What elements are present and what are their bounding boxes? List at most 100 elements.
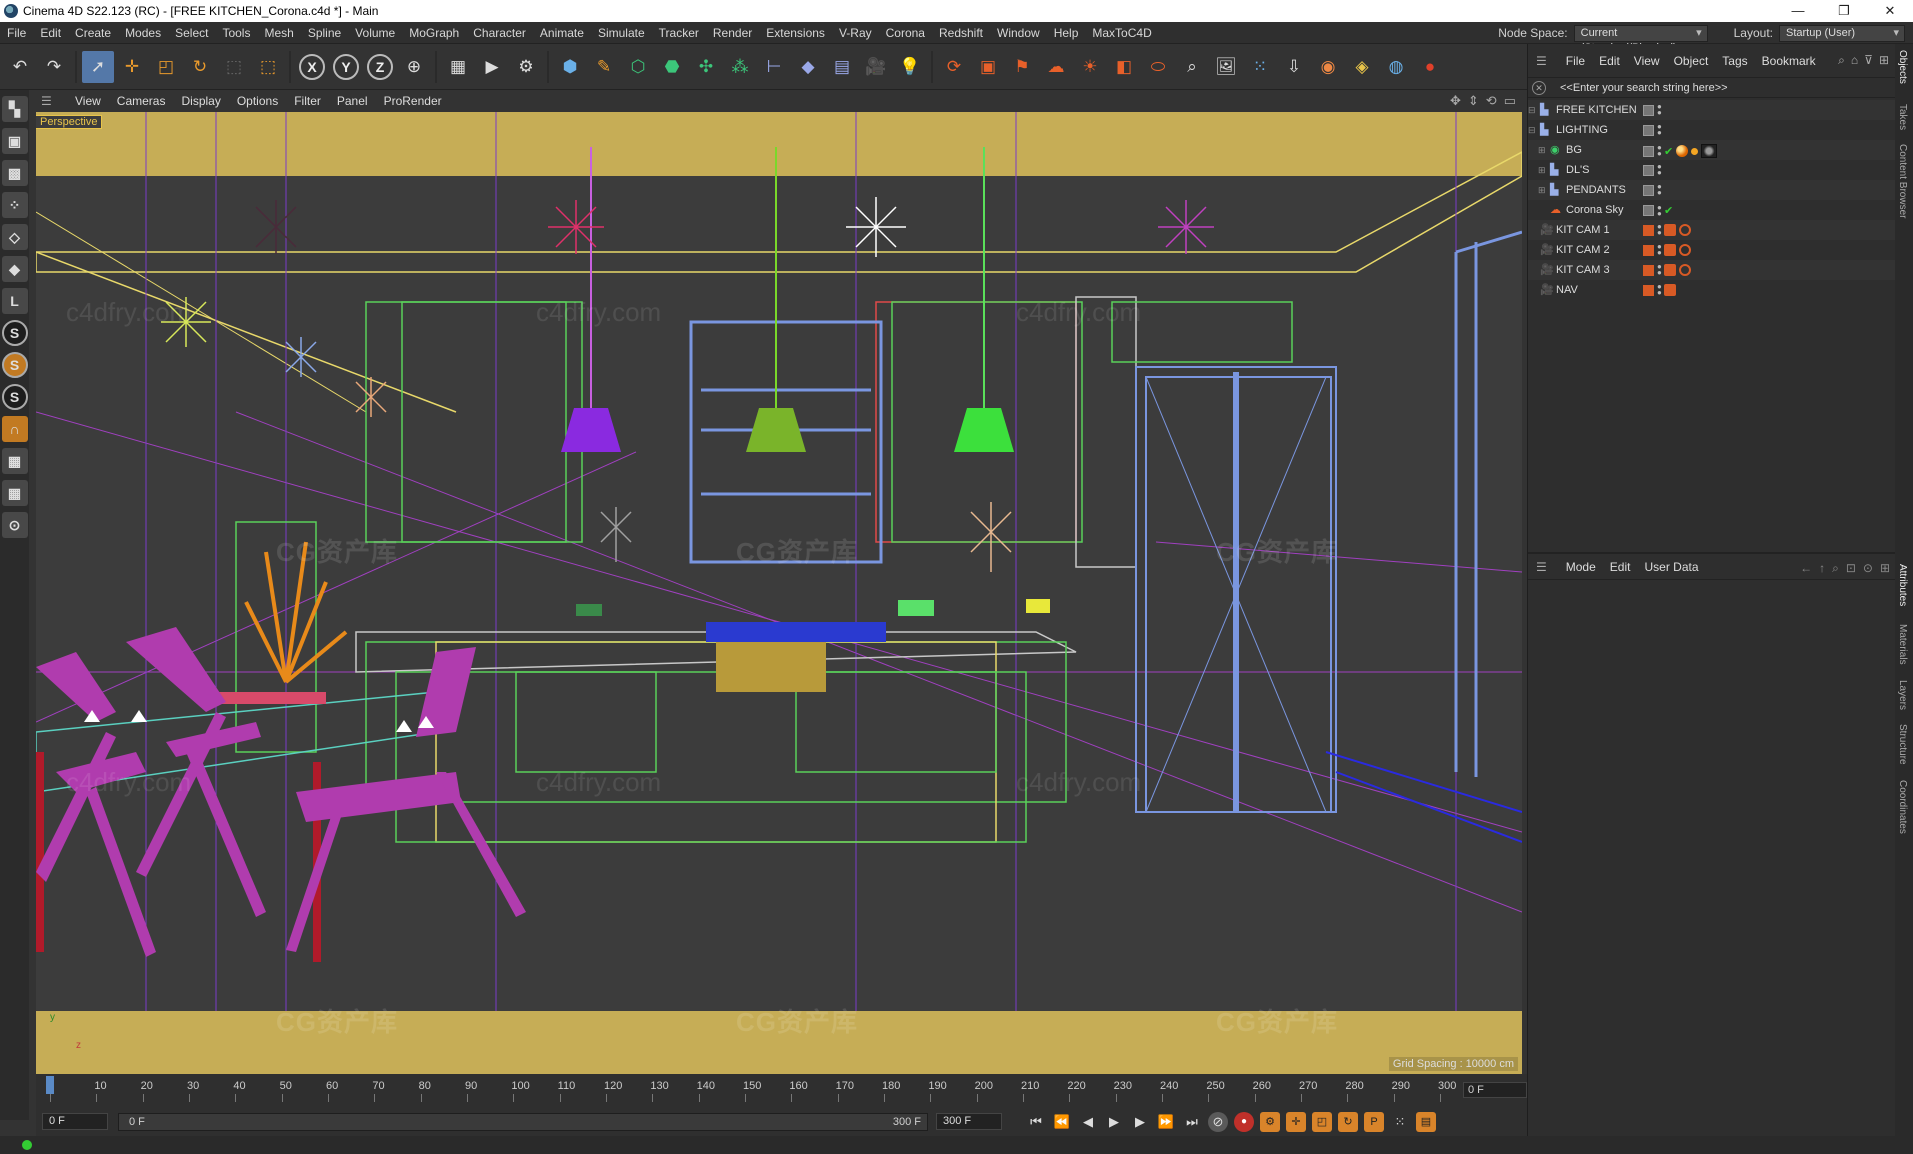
max-frame-field[interactable]: 300 F [936, 1113, 1002, 1130]
render-view-icon[interactable]: ▦ [442, 51, 474, 83]
lock-workplane-icon[interactable]: ⊙ [1, 512, 28, 538]
menu-window[interactable]: Window [990, 26, 1047, 40]
color-wheel-icon[interactable]: ◉ [1312, 51, 1344, 83]
object-row-dls[interactable]: ⊞ ▙ DL'S ● ● [1528, 160, 1895, 180]
quantize-icon[interactable]: S [1, 384, 28, 410]
clear-search-icon[interactable]: ✕ [1532, 80, 1546, 95]
pen-icon[interactable]: ✎ [588, 51, 620, 83]
visibility-dots-icon[interactable]: ● ● [1657, 243, 1662, 257]
side-tab-materials[interactable]: Materials [1897, 624, 1908, 665]
x-axis-button[interactable]: X [296, 51, 328, 83]
menu-corona[interactable]: Corona [879, 26, 932, 40]
live-select-icon[interactable]: ⬚ [252, 51, 284, 83]
point-level-icon[interactable]: ⁙ [1390, 1112, 1410, 1132]
object-row-free-kitchen[interactable]: ⊟ ▙ FREE KITCHEN ● ● [1528, 100, 1895, 120]
extrude-icon[interactable]: ⬣ [656, 51, 688, 83]
om-menu-file[interactable]: File [1559, 54, 1592, 68]
perspective-viewport[interactable]: Perspective Grid Spacing : 10000 cm y z … [36, 112, 1522, 1074]
param-key-icon[interactable]: P [1364, 1112, 1384, 1132]
compositing-tag-icon[interactable] [1691, 147, 1699, 155]
select-cursor-icon[interactable]: ➚ [82, 50, 114, 83]
viewport-menu-display[interactable]: Display [173, 94, 228, 108]
visibility-dots-icon[interactable]: ● ● [1657, 223, 1662, 237]
corona-camera-tag-icon[interactable] [1664, 264, 1676, 276]
recent-tool-icon[interactable]: ⬚ [218, 51, 250, 83]
visibility-dots-icon[interactable]: ● ● [1657, 123, 1662, 137]
am-menu-user-data[interactable]: User Data [1637, 560, 1705, 574]
edges-mode-icon[interactable]: ◇ [1, 224, 28, 250]
timeline-playhead[interactable] [46, 1076, 54, 1094]
camera-tag-checkbox[interactable] [1643, 264, 1654, 276]
previous-frame-icon[interactable]: ◀ [1078, 1112, 1098, 1132]
menu-create[interactable]: Create [68, 26, 118, 40]
object-row-kit-cam-2[interactable]: 🎥 KIT CAM 2 ● ● [1528, 240, 1895, 260]
corona-proxy-icon[interactable]: ⬭ [1142, 51, 1174, 83]
rotate-icon[interactable]: ↻ [184, 51, 216, 83]
current-frame-field[interactable]: 0 F [1463, 1082, 1527, 1098]
visibility-dots-icon[interactable]: ● ● [1657, 183, 1662, 197]
redshift-icon[interactable]: ● [1414, 51, 1446, 83]
play-icon[interactable]: ▶ [1104, 1112, 1124, 1132]
camera-tag-checkbox[interactable] [1643, 244, 1654, 256]
layer-checkbox[interactable] [1643, 164, 1654, 176]
menu-mesh[interactable]: Mesh [257, 26, 300, 40]
workplane-icon[interactable]: ▦ [1, 448, 28, 474]
object-row-pendants[interactable]: ⊞ ▙ PENDANTS ● ● [1528, 180, 1895, 200]
z-axis-button[interactable]: Z [364, 51, 396, 83]
array-icon[interactable]: ⁂ [724, 51, 756, 83]
am-menu-mode[interactable]: Mode [1559, 560, 1603, 574]
expand-icon[interactable]: ⊞ [1538, 185, 1548, 196]
protection-tag-icon[interactable] [1679, 264, 1691, 276]
scatter-icon[interactable]: ⁙ [1244, 51, 1276, 83]
restore-button[interactable]: ❐ [1821, 0, 1867, 22]
material-tag-icon[interactable] [1701, 144, 1718, 158]
grid-icon[interactable]: ▦ [1, 480, 28, 506]
layer-checkbox[interactable] [1643, 205, 1654, 216]
visibility-dots-icon[interactable]: ● ● [1657, 144, 1662, 158]
side-tab-coordinates[interactable]: Coordinates [1897, 780, 1908, 834]
corona-camera-tag-icon[interactable] [1664, 284, 1676, 296]
back-arrow-icon[interactable]: ← [1800, 561, 1812, 576]
next-key-icon[interactable]: ⏩ [1156, 1112, 1176, 1132]
subdivision-icon[interactable]: ⬡ [622, 51, 654, 83]
rotation-key-icon[interactable]: ↻ [1338, 1112, 1358, 1132]
model-mode-icon[interactable]: ▣ [1, 128, 28, 154]
keyframe-selection-icon[interactable]: ⚙ [1260, 1112, 1280, 1132]
viewport-menu-filter[interactable]: Filter [286, 94, 329, 108]
axis-mode-icon[interactable]: L [1, 288, 28, 314]
om-search-input[interactable]: <<Enter your search string here>> [1560, 82, 1728, 94]
expand-icon[interactable]: ⊞ [1538, 145, 1548, 156]
points-mode-icon[interactable]: ⁘ [1, 192, 28, 218]
side-tab-structure[interactable]: Structure [1897, 724, 1908, 765]
om-menu-object[interactable]: Object [1667, 54, 1716, 68]
corona-camera-tag-icon[interactable] [1664, 244, 1676, 256]
go-to-start-icon[interactable]: ⏮ [1026, 1112, 1046, 1132]
menu-select[interactable]: Select [168, 26, 215, 40]
bend-deformer-icon[interactable]: ⊢ [758, 51, 790, 83]
frame-range-slider[interactable]: 0 F 300 F [118, 1113, 928, 1131]
menu-tools[interactable]: Tools [215, 26, 257, 40]
y-axis-button[interactable]: Y [330, 51, 362, 83]
expand-icon[interactable]: ⊞ [1538, 165, 1548, 176]
polygons-mode-icon[interactable]: ◆ [1, 256, 28, 282]
orbit-icon[interactable]: ⟲ [1486, 93, 1497, 109]
am-menu-edit[interactable]: Edit [1603, 560, 1638, 574]
go-to-end-icon[interactable]: ⏭ [1182, 1112, 1202, 1132]
menu-animate[interactable]: Animate [533, 26, 591, 40]
object-row-bg[interactable]: ⊞ ◉ BG ● ● ✔ [1528, 140, 1895, 160]
object-row-corona-sky[interactable]: ☁ Corona Sky ● ● ✔ [1528, 200, 1895, 220]
texture-icon[interactable]: 🖼 [1210, 51, 1242, 83]
hamburger-icon[interactable]: ☰ [1536, 560, 1547, 574]
field-icon[interactable]: ◆ [792, 51, 824, 83]
expand-icon[interactable]: ⊟ [1528, 105, 1538, 116]
make-editable-icon[interactable]: ▚ [1, 96, 28, 122]
viewport-menu-view[interactable]: View [67, 94, 109, 108]
maximize-viewport-icon[interactable]: ▭ [1504, 93, 1516, 109]
menu-file[interactable]: File [0, 26, 33, 40]
scale-icon[interactable]: ◰ [150, 51, 182, 83]
hamburger-icon[interactable]: ☰ [41, 94, 57, 108]
enabled-check-icon[interactable]: ✔ [1664, 204, 1673, 217]
side-tab-objects[interactable]: Objects [1897, 50, 1908, 84]
node-space-dropdown[interactable]: Current (Standard/Physical) [1573, 24, 1708, 54]
texture-mode-icon[interactable]: ▩ [1, 160, 28, 186]
